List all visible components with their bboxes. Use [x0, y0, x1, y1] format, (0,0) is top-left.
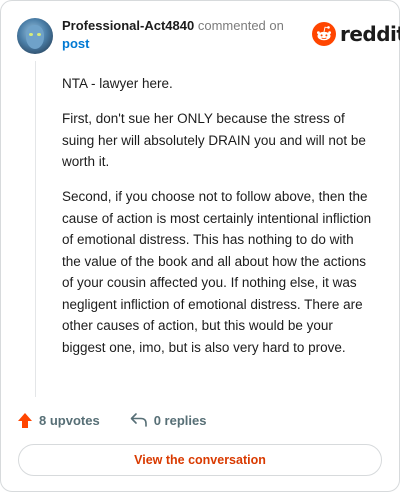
username-link[interactable]: Professional-Act4840 [62, 18, 194, 33]
reply-arrow-icon [130, 413, 147, 427]
comment-paragraph: NTA - lawyer here. [62, 76, 173, 91]
view-conversation-button[interactable]: View the conversation [18, 444, 382, 476]
embedded-comment-card: Professional-Act4840 commented on post r… [0, 0, 400, 492]
reply-count: 0 replies [153, 412, 207, 428]
avatar-face [26, 25, 44, 49]
comment-header: Professional-Act4840 commented on [62, 17, 284, 35]
commented-on-text: commented on [197, 18, 284, 33]
upvote-button[interactable]: 8 upvotes [17, 412, 100, 429]
user-avatar[interactable] [17, 18, 53, 54]
comment-body: NTA - lawyer here. First, don't sue her … [62, 73, 374, 372]
post-link[interactable]: post [62, 35, 89, 53]
avatar-eye-right [37, 33, 41, 36]
replies-button[interactable]: 0 replies [130, 412, 207, 428]
comment-paragraph: Second, if you choose not to follow abov… [62, 189, 372, 355]
comment-actions: 8 upvotes 0 replies [17, 410, 206, 430]
upvote-count: 8 upvotes [39, 412, 100, 428]
reddit-snoo-icon [312, 22, 336, 46]
comment-paragraph: First, don't sue her ONLY because the st… [62, 111, 366, 169]
reddit-brand-link[interactable]: reddit [312, 21, 400, 47]
thread-line [35, 61, 36, 397]
upvote-arrow-icon [18, 412, 32, 428]
avatar-eye-left [29, 33, 33, 36]
reddit-wordmark: reddit [340, 22, 400, 46]
